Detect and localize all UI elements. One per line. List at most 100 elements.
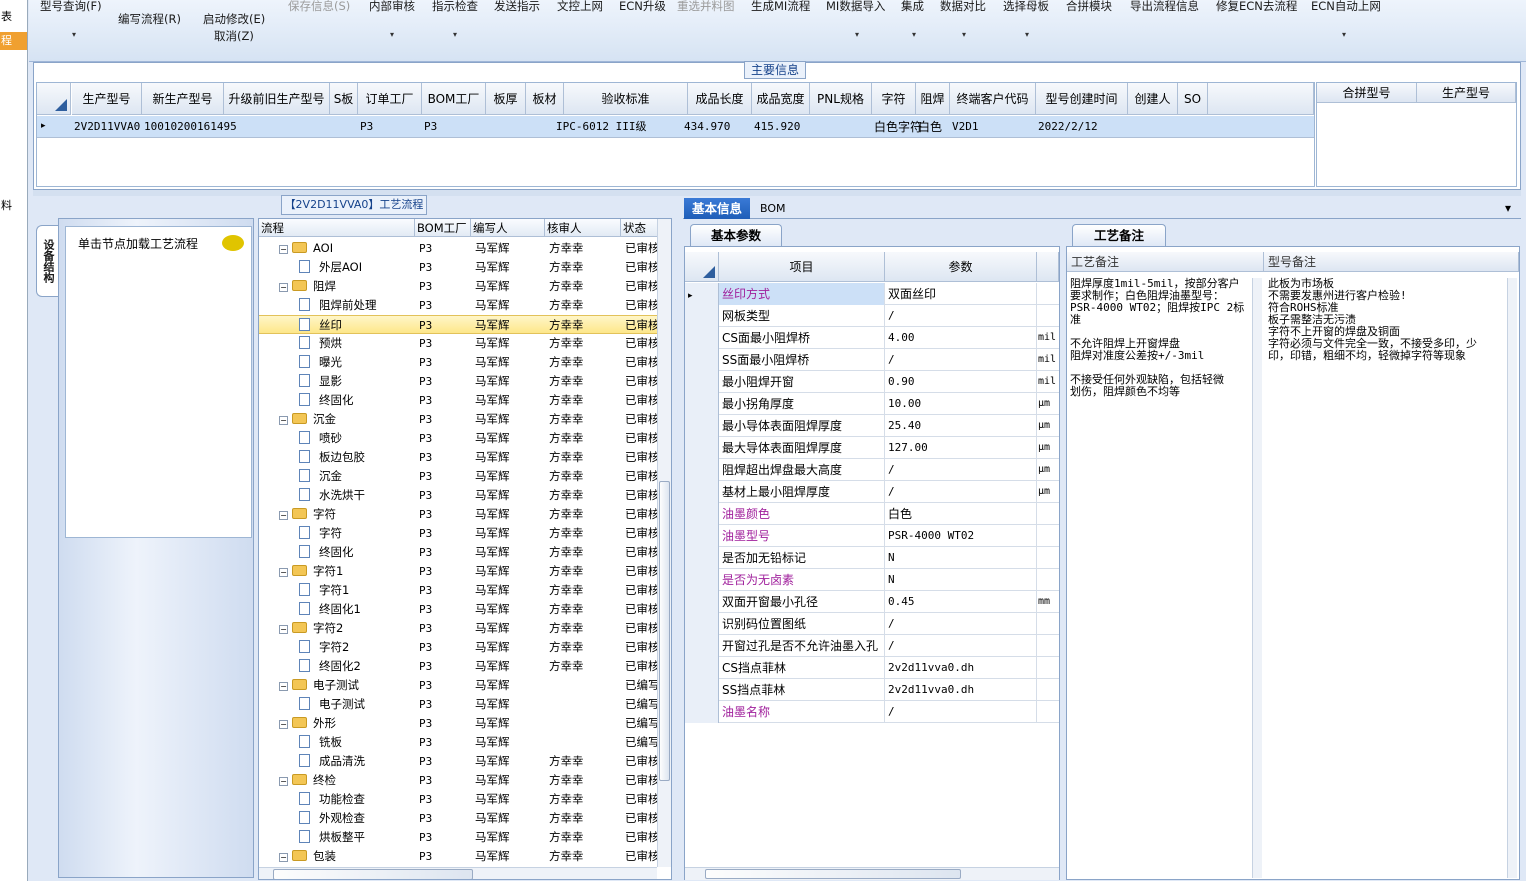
tree-node[interactable]: − 字符2: [279, 619, 415, 638]
speech-bubble-icon[interactable]: [222, 235, 244, 251]
param-row[interactable]: CS面最小阻焊桥 4.00 mil: [685, 327, 1059, 349]
tree-node-label[interactable]: 包装: [313, 849, 336, 863]
column-header[interactable]: 成品长度: [688, 83, 752, 115]
param-row[interactable]: 阻焊超出焊盘最大高度 / μm: [685, 459, 1059, 481]
tree-node[interactable]: 电子测试: [299, 695, 415, 714]
tree-row[interactable]: 显影 P3 马军辉 方幸幸 已审核: [259, 372, 657, 391]
side-list-item-selected[interactable]: 程: [0, 32, 27, 50]
chevron-down-icon[interactable]: ▾: [912, 30, 916, 39]
tree-node-label[interactable]: AOI: [313, 241, 333, 255]
grid-cell[interactable]: [1178, 117, 1222, 137]
row-header[interactable]: [685, 503, 719, 525]
tree-node-label[interactable]: 沉金: [319, 469, 342, 483]
tree-node-label[interactable]: 外观检查: [319, 811, 365, 825]
param-row[interactable]: 最小阻焊开窗 0.90 mil: [685, 371, 1059, 393]
row-header[interactable]: [685, 393, 719, 415]
tree-row[interactable]: − 字符 P3 马军辉 方幸幸 已审核: [259, 505, 657, 524]
param-row[interactable]: 最小导体表面阻焊厚度 25.40 μm: [685, 415, 1059, 437]
toolbar-button[interactable]: 编写流程(R): [118, 11, 181, 27]
tree-node[interactable]: 喷砂: [299, 429, 415, 448]
tree-row[interactable]: − 字符1 P3 马军辉 方幸幸 已审核: [259, 562, 657, 581]
param-row[interactable]: ▸ 丝印方式 双面丝印: [685, 283, 1059, 305]
row-header[interactable]: [685, 569, 719, 591]
side-list-item[interactable]: 表: [0, 8, 27, 26]
tree-row[interactable]: 预烘 P3 马军辉 方幸幸 已审核: [259, 334, 657, 353]
toolbar-button[interactable]: 启动修改(E): [203, 11, 265, 27]
tree-node[interactable]: 板边包胶: [299, 448, 415, 467]
tree-node[interactable]: − 包装: [279, 847, 415, 866]
tree-node-label[interactable]: 终固化: [319, 393, 354, 407]
chevron-down-icon[interactable]: ▾: [855, 30, 859, 39]
param-value[interactable]: 10.00: [885, 393, 1037, 415]
tree-node-label[interactable]: 外层AOI: [319, 260, 362, 274]
row-header[interactable]: ▸: [685, 283, 719, 305]
tree-row[interactable]: − AOI P3 马军辉 方幸幸 已审核: [259, 239, 657, 258]
tree-row[interactable]: − 电子测试 P3 马军辉 已编写: [259, 676, 657, 695]
toolbar-button[interactable]: 重选并料图: [677, 0, 735, 14]
tree-node[interactable]: 曝光: [299, 353, 415, 372]
tree-row[interactable]: 终固化1 P3 马军辉 方幸幸 已审核: [259, 600, 657, 619]
param-value[interactable]: N: [885, 547, 1037, 569]
column-header[interactable]: 阻焊: [916, 83, 950, 115]
tree-node-label[interactable]: 沉金: [313, 412, 336, 426]
tree-node[interactable]: 终固化: [299, 543, 415, 562]
tree-node-label[interactable]: 功能检查: [319, 792, 365, 806]
column-header[interactable]: 字符: [872, 83, 916, 115]
param-item[interactable]: 是否为无卤素: [719, 569, 885, 591]
collapse-icon[interactable]: −: [279, 682, 288, 691]
tab-basic-params[interactable]: 基本参数: [690, 224, 782, 246]
param-item[interactable]: 最小阻焊开窗: [719, 371, 885, 393]
param-item[interactable]: 网板类型: [719, 305, 885, 327]
column-header[interactable]: 验收标准: [564, 83, 688, 115]
param-item[interactable]: 双面开窗最小孔径: [719, 591, 885, 613]
tree-row[interactable]: − 字符2 P3 马军辉 方幸幸 已审核: [259, 619, 657, 638]
tree-row[interactable]: − 包装 P3 马军辉 方幸幸 已审核: [259, 847, 657, 866]
param-value[interactable]: 0.90: [885, 371, 1037, 393]
tree-column-header[interactable]: BOM工厂: [415, 219, 471, 237]
param-row[interactable]: 开窗过孔是否不允许油墨入孔 /: [685, 635, 1059, 657]
tree-node[interactable]: 外层AOI: [299, 258, 415, 277]
tree-node-label[interactable]: 水洗烘干: [319, 488, 365, 502]
tree-node-label[interactable]: 阻焊: [313, 279, 336, 293]
tree-row[interactable]: 功能检查 P3 马军辉 方幸幸 已审核: [259, 790, 657, 809]
tree-node-label[interactable]: 字符: [319, 526, 342, 540]
param-item[interactable]: SS挡点菲林: [719, 679, 885, 701]
grid-corner[interactable]: [37, 83, 71, 115]
param-value[interactable]: /: [885, 613, 1037, 635]
tree-node-label[interactable]: 曝光: [319, 355, 342, 369]
row-header[interactable]: [685, 415, 719, 437]
tree-row[interactable]: 阻焊前处理 P3 马军辉 方幸幸 已审核: [259, 296, 657, 315]
tree-node[interactable]: 字符2: [299, 638, 415, 657]
column-header[interactable]: 订单工厂: [358, 83, 422, 115]
param-row[interactable]: 网板类型 /: [685, 305, 1059, 327]
tree-node-label[interactable]: 字符2: [319, 640, 349, 654]
param-value[interactable]: /: [885, 701, 1037, 723]
tree-row[interactable]: 终固化 P3 马军辉 方幸幸 已审核: [259, 391, 657, 410]
row-header[interactable]: [685, 525, 719, 547]
toolbar-button[interactable]: 合拼模块: [1066, 0, 1112, 14]
toolbar-button[interactable]: 导出流程信息: [1130, 0, 1199, 14]
tree-node[interactable]: 显影: [299, 372, 415, 391]
collapse-icon[interactable]: −: [279, 245, 288, 254]
param-item[interactable]: SS面最小阻焊桥: [719, 349, 885, 371]
row-header[interactable]: [685, 437, 719, 459]
tree-node[interactable]: − 字符1: [279, 562, 415, 581]
scrollbar-thumb[interactable]: [705, 869, 961, 879]
column-header[interactable]: 合拼型号: [1317, 83, 1417, 103]
tree-node-label[interactable]: 显影: [319, 374, 342, 388]
column-header[interactable]: S板: [330, 83, 358, 115]
collapse-icon[interactable]: −: [279, 853, 288, 862]
row-header[interactable]: [685, 701, 719, 723]
param-value[interactable]: PSR-4000 WT02: [885, 525, 1037, 547]
tree-row[interactable]: 终固化2 P3 马军辉 方幸幸 已审核: [259, 657, 657, 676]
side-list-item[interactable]: 料: [0, 197, 27, 215]
tab-bom[interactable]: BOM: [760, 198, 786, 219]
param-item[interactable]: 油墨名称: [719, 701, 885, 723]
tree-node-label[interactable]: 阻焊前处理: [319, 298, 377, 312]
tree-node[interactable]: − 外形: [279, 714, 415, 733]
nav-hint-text[interactable]: 单击节点加载工艺流程: [78, 235, 198, 252]
tree-node-label[interactable]: 电子测试: [313, 678, 359, 692]
tree-node[interactable]: − AOI: [279, 239, 415, 258]
tab-equipment-structure[interactable]: 设备结构: [36, 225, 58, 297]
row-header[interactable]: [685, 327, 719, 349]
